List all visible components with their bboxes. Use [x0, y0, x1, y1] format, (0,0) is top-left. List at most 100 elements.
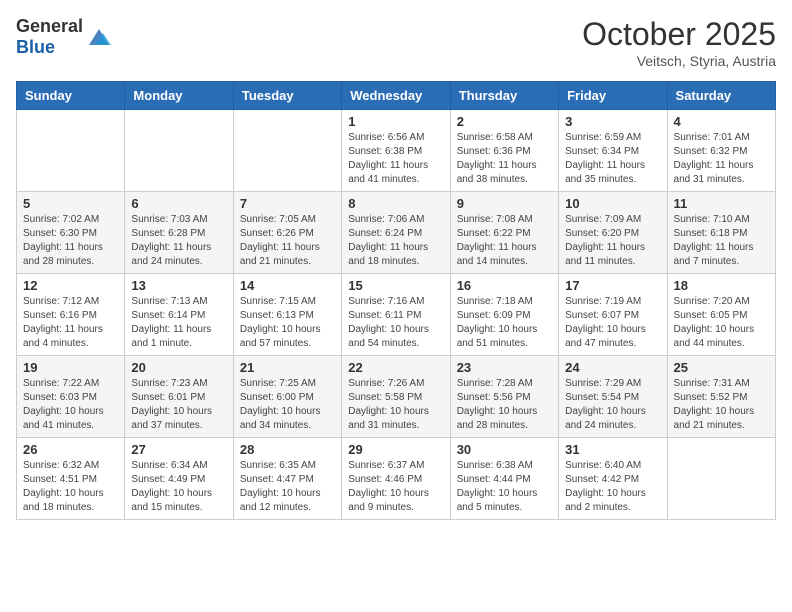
calendar-cell: 26 Sunrise: 6:32 AM Sunset: 4:51 PM Dayli… — [17, 438, 125, 520]
day-number: 26 — [23, 442, 118, 457]
day-number: 24 — [565, 360, 660, 375]
day-info: Sunrise: 7:23 AM Sunset: 6:01 PM Dayligh… — [131, 377, 226, 433]
weekday-header-tuesday: Tuesday — [233, 82, 341, 110]
day-number: 10 — [565, 196, 660, 211]
calendar-cell: 17 Sunrise: 7:19 AM Sunset: 6:07 PM Dayli… — [559, 274, 667, 356]
calendar-cell: 3Sunrise: 6:59 AM Sunset: 6:34 PM Daylig… — [559, 110, 667, 192]
calendar-cell: 31 Sunrise: 6:40 AM Sunset: 4:42 PM Dayli… — [559, 438, 667, 520]
day-number: 9 — [457, 196, 552, 211]
day-info: Sunrise: 7:05 AM Sunset: 6:26 PM Dayligh… — [240, 213, 335, 269]
calendar-cell: 10 Sunrise: 7:09 AM Sunset: 6:20 PM Dayli… — [559, 192, 667, 274]
calendar-cell: 23 Sunrise: 7:28 AM Sunset: 5:56 PM Dayli… — [450, 356, 558, 438]
day-number: 15 — [348, 278, 443, 293]
calendar-cell: 21 Sunrise: 7:25 AM Sunset: 6:00 PM Dayli… — [233, 356, 341, 438]
day-info: Sunrise: 6:58 AM Sunset: 6:36 PM Dayligh… — [457, 131, 552, 187]
day-info: Sunrise: 7:15 AM Sunset: 6:13 PM Dayligh… — [240, 295, 335, 351]
day-number: 27 — [131, 442, 226, 457]
day-info: Sunrise: 7:19 AM Sunset: 6:07 PM Dayligh… — [565, 295, 660, 351]
day-info: Sunrise: 7:20 AM Sunset: 6:05 PM Dayligh… — [674, 295, 769, 351]
day-number: 7 — [240, 196, 335, 211]
day-info: Sunrise: 6:38 AM Sunset: 4:44 PM Dayligh… — [457, 459, 552, 515]
calendar-cell — [667, 438, 775, 520]
day-info: Sunrise: 7:26 AM Sunset: 5:58 PM Dayligh… — [348, 377, 443, 433]
day-info: Sunrise: 7:28 AM Sunset: 5:56 PM Dayligh… — [457, 377, 552, 433]
month-title: October 2025 — [582, 16, 776, 53]
weekday-header-sunday: Sunday — [17, 82, 125, 110]
day-info: Sunrise: 7:29 AM Sunset: 5:54 PM Dayligh… — [565, 377, 660, 433]
weekday-header-row: SundayMondayTuesdayWednesdayThursdayFrid… — [17, 82, 776, 110]
calendar-cell: 9Sunrise: 7:08 AM Sunset: 6:22 PM Daylig… — [450, 192, 558, 274]
title-block: October 2025 Veitsch, Styria, Austria — [582, 16, 776, 69]
week-row-4: 19 Sunrise: 7:22 AM Sunset: 6:03 PM Dayli… — [17, 356, 776, 438]
calendar-cell: 13 Sunrise: 7:13 AM Sunset: 6:14 PM Dayli… — [125, 274, 233, 356]
day-number: 28 — [240, 442, 335, 457]
week-row-3: 12 Sunrise: 7:12 AM Sunset: 6:16 PM Dayli… — [17, 274, 776, 356]
weekday-header-friday: Friday — [559, 82, 667, 110]
calendar-cell: 20 Sunrise: 7:23 AM Sunset: 6:01 PM Dayli… — [125, 356, 233, 438]
day-info: Sunrise: 7:31 AM Sunset: 5:52 PM Dayligh… — [674, 377, 769, 433]
calendar-cell — [125, 110, 233, 192]
location: Veitsch, Styria, Austria — [582, 53, 776, 69]
day-number: 16 — [457, 278, 552, 293]
day-number: 17 — [565, 278, 660, 293]
day-number: 12 — [23, 278, 118, 293]
day-info: Sunrise: 7:03 AM Sunset: 6:28 PM Dayligh… — [131, 213, 226, 269]
day-info: Sunrise: 6:34 AM Sunset: 4:49 PM Dayligh… — [131, 459, 226, 515]
calendar-cell: 2 Sunrise: 6:58 AM Sunset: 6:36 PM Daylig… — [450, 110, 558, 192]
logo-icon — [85, 23, 113, 51]
calendar-cell: 11Sunrise: 7:10 AM Sunset: 6:18 PM Dayli… — [667, 192, 775, 274]
day-info: Sunrise: 6:56 AM Sunset: 6:38 PM Dayligh… — [348, 131, 443, 187]
day-number: 30 — [457, 442, 552, 457]
weekday-header-monday: Monday — [125, 82, 233, 110]
calendar-cell: 30 Sunrise: 6:38 AM Sunset: 4:44 PM Dayli… — [450, 438, 558, 520]
calendar-cell: 7 Sunrise: 7:05 AM Sunset: 6:26 PM Daylig… — [233, 192, 341, 274]
day-number: 6 — [131, 196, 226, 211]
day-number: 3 — [565, 114, 660, 129]
day-number: 13 — [131, 278, 226, 293]
calendar-cell: 4Sunrise: 7:01 AM Sunset: 6:32 PM Daylig… — [667, 110, 775, 192]
day-info: Sunrise: 7:13 AM Sunset: 6:14 PM Dayligh… — [131, 295, 226, 351]
calendar-cell: 6 Sunrise: 7:03 AM Sunset: 6:28 PM Daylig… — [125, 192, 233, 274]
logo-blue: Blue — [16, 37, 55, 57]
day-number: 31 — [565, 442, 660, 457]
day-info: Sunrise: 7:10 AM Sunset: 6:18 PM Dayligh… — [674, 213, 769, 269]
calendar-cell: 19 Sunrise: 7:22 AM Sunset: 6:03 PM Dayli… — [17, 356, 125, 438]
day-number: 19 — [23, 360, 118, 375]
day-number: 5 — [23, 196, 118, 211]
day-info: Sunrise: 6:40 AM Sunset: 4:42 PM Dayligh… — [565, 459, 660, 515]
calendar-cell: 16 Sunrise: 7:18 AM Sunset: 6:09 PM Dayli… — [450, 274, 558, 356]
day-number: 1 — [348, 114, 443, 129]
day-number: 18 — [674, 278, 769, 293]
day-info: Sunrise: 6:37 AM Sunset: 4:46 PM Dayligh… — [348, 459, 443, 515]
weekday-header-saturday: Saturday — [667, 82, 775, 110]
day-number: 2 — [457, 114, 552, 129]
calendar-cell: 14Sunrise: 7:15 AM Sunset: 6:13 PM Dayli… — [233, 274, 341, 356]
calendar-cell: 24 Sunrise: 7:29 AM Sunset: 5:54 PM Dayli… — [559, 356, 667, 438]
logo-text: General Blue — [16, 16, 83, 58]
day-number: 23 — [457, 360, 552, 375]
calendar-cell: 5 Sunrise: 7:02 AM Sunset: 6:30 PM Daylig… — [17, 192, 125, 274]
calendar-cell: 12 Sunrise: 7:12 AM Sunset: 6:16 PM Dayli… — [17, 274, 125, 356]
day-info: Sunrise: 7:22 AM Sunset: 6:03 PM Dayligh… — [23, 377, 118, 433]
day-number: 22 — [348, 360, 443, 375]
day-info: Sunrise: 6:32 AM Sunset: 4:51 PM Dayligh… — [23, 459, 118, 515]
week-row-2: 5 Sunrise: 7:02 AM Sunset: 6:30 PM Daylig… — [17, 192, 776, 274]
weekday-header-wednesday: Wednesday — [342, 82, 450, 110]
day-info: Sunrise: 6:35 AM Sunset: 4:47 PM Dayligh… — [240, 459, 335, 515]
day-info: Sunrise: 7:18 AM Sunset: 6:09 PM Dayligh… — [457, 295, 552, 351]
calendar-cell: 28 Sunrise: 6:35 AM Sunset: 4:47 PM Dayli… — [233, 438, 341, 520]
calendar-cell: 1 Sunrise: 6:56 AM Sunset: 6:38 PM Daylig… — [342, 110, 450, 192]
calendar-cell: 15Sunrise: 7:16 AM Sunset: 6:11 PM Dayli… — [342, 274, 450, 356]
day-number: 21 — [240, 360, 335, 375]
day-info: Sunrise: 7:25 AM Sunset: 6:00 PM Dayligh… — [240, 377, 335, 433]
day-info: Sunrise: 7:02 AM Sunset: 6:30 PM Dayligh… — [23, 213, 118, 269]
day-info: Sunrise: 7:09 AM Sunset: 6:20 PM Dayligh… — [565, 213, 660, 269]
day-info: Sunrise: 7:12 AM Sunset: 6:16 PM Dayligh… — [23, 295, 118, 351]
calendar-cell: 8Sunrise: 7:06 AM Sunset: 6:24 PM Daylig… — [342, 192, 450, 274]
calendar-cell — [233, 110, 341, 192]
day-number: 29 — [348, 442, 443, 457]
day-number: 25 — [674, 360, 769, 375]
calendar-cell: 29 Sunrise: 6:37 AM Sunset: 4:46 PM Dayli… — [342, 438, 450, 520]
day-number: 20 — [131, 360, 226, 375]
calendar-cell: 18 Sunrise: 7:20 AM Sunset: 6:05 PM Dayli… — [667, 274, 775, 356]
